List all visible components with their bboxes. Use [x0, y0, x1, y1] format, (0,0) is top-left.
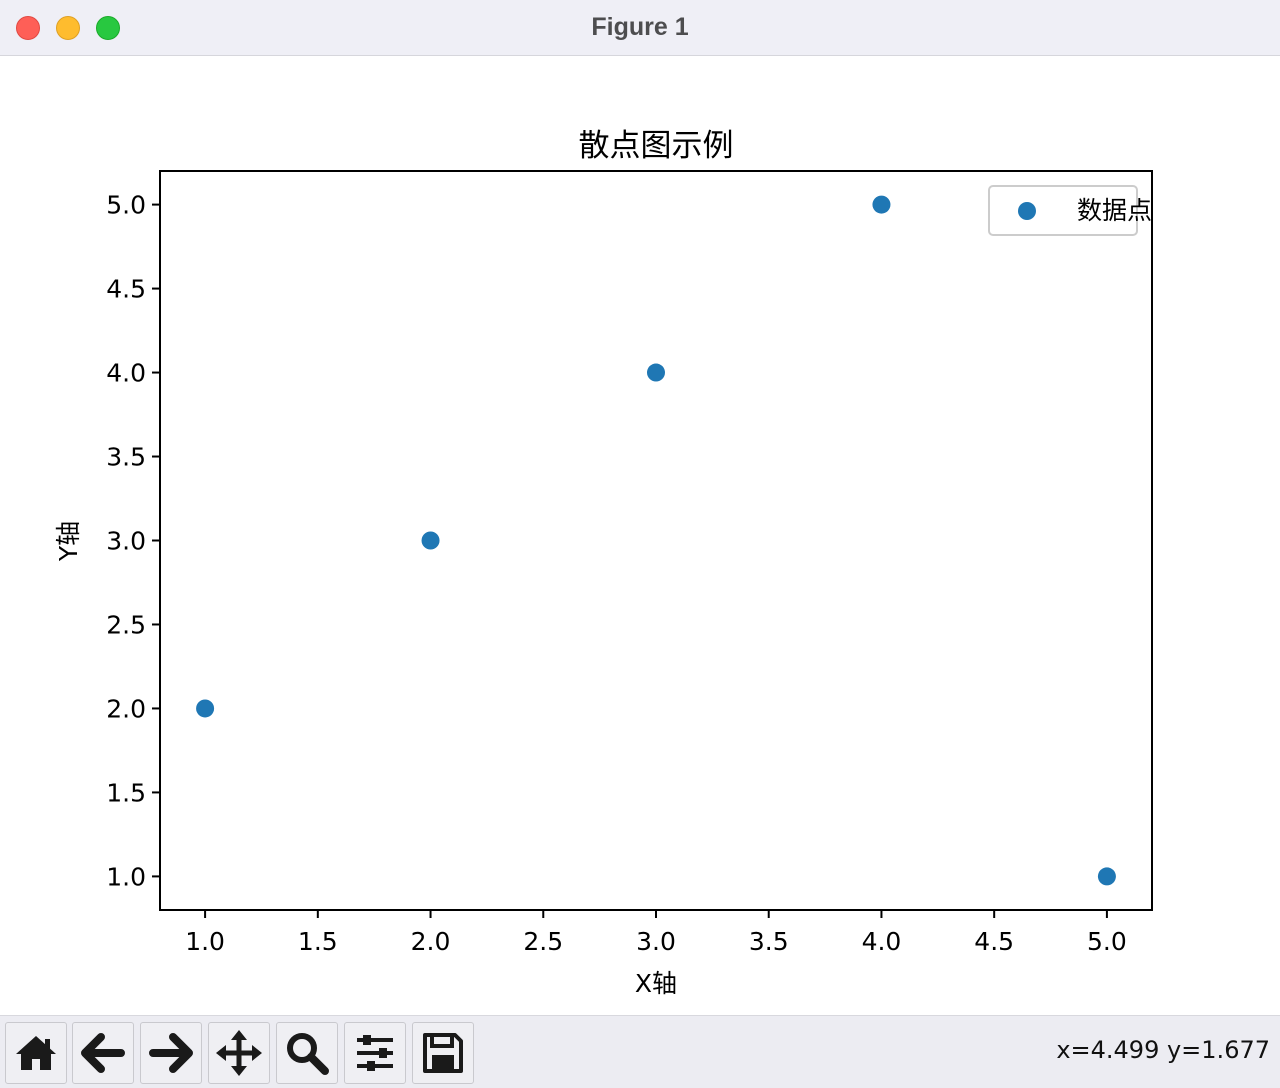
move-icon: [216, 1030, 262, 1076]
cursor-coordinates: x=4.499 y=1.677: [1056, 1036, 1270, 1064]
y-axis-label: Y轴: [54, 521, 83, 562]
x-tick-label: 3.5: [749, 927, 789, 956]
y-tick-label: 5.0: [106, 191, 146, 220]
x-axis-ticks: 1.0 1.5 2.0 2.5 3.0 3.5 4.0 4.5 5.0: [185, 910, 1127, 956]
arrow-left-icon: [81, 1033, 125, 1073]
y-tick-label: 4.5: [106, 275, 146, 304]
home-icon: [16, 1036, 56, 1070]
x-tick-label: 5.0: [1087, 927, 1127, 956]
x-axis-label: X轴: [635, 969, 677, 998]
pan-button[interactable]: [208, 1022, 270, 1084]
x-tick-label: 4.5: [974, 927, 1014, 956]
y-tick-label: 2.5: [106, 610, 146, 639]
arrow-right-icon: [149, 1033, 193, 1073]
y-tick-label: 4.0: [106, 359, 146, 388]
scatter-chart[interactable]: 散点图示例 1.0 1.5 2.0 2.5 3.0 3.5 4.0 4.5 5.0 1.0 1.5…: [0, 57, 1280, 1015]
x-tick-label: 1.5: [298, 927, 338, 956]
save-icon: [423, 1033, 463, 1073]
y-tick-label: 2.0: [106, 694, 146, 723]
y-tick-label: 1.0: [106, 862, 146, 891]
y-axis-ticks: 1.0 1.5 2.0 2.5 3.0 3.5 4.0 4.5 5.0: [106, 191, 160, 891]
x-tick-label: 2.0: [411, 927, 451, 956]
scatter-point: [872, 195, 891, 214]
configure-subplots-button[interactable]: [344, 1022, 406, 1084]
figure-canvas[interactable]: 散点图示例 1.0 1.5 2.0 2.5 3.0 3.5 4.0 4.5 5.0 1.0 1.5…: [0, 57, 1280, 1015]
chart-title: 散点图示例: [579, 128, 734, 164]
save-button[interactable]: [412, 1022, 474, 1084]
legend-label: 数据点: [1077, 196, 1152, 225]
plot-area: [159, 170, 1153, 911]
zoom-button[interactable]: [276, 1022, 338, 1084]
y-tick-label: 1.5: [106, 778, 146, 807]
x-tick-label: 3.0: [636, 927, 676, 956]
legend-marker: [1018, 202, 1036, 220]
zoom-icon: [287, 1033, 329, 1075]
forward-button[interactable]: [140, 1022, 202, 1084]
y-tick-label: 3.0: [106, 527, 146, 556]
sliders-icon: [357, 1035, 393, 1071]
home-button[interactable]: [5, 1022, 67, 1084]
x-tick-label: 2.5: [523, 927, 563, 956]
window-title: Figure 1: [591, 13, 689, 41]
scatter-point: [1097, 867, 1116, 886]
scatter-point: [647, 363, 665, 382]
navigation-toolbar: x=4.499 y=1.677: [0, 1015, 1280, 1088]
y-tick-label: 3.5: [106, 443, 146, 472]
x-tick-label: 1.0: [185, 927, 225, 956]
scatter-point: [421, 531, 440, 550]
scatter-point: [196, 699, 215, 718]
title-bar: Figure 1: [0, 0, 1280, 56]
back-button[interactable]: [72, 1022, 134, 1084]
legend: 数据点: [988, 185, 1152, 236]
x-tick-label: 4.0: [862, 927, 902, 956]
figure-window: Figure 1 散点图示例 1.0 1.5 2.0 2.5 3.0 3.5 4.0 4.5 5…: [0, 0, 1280, 1088]
